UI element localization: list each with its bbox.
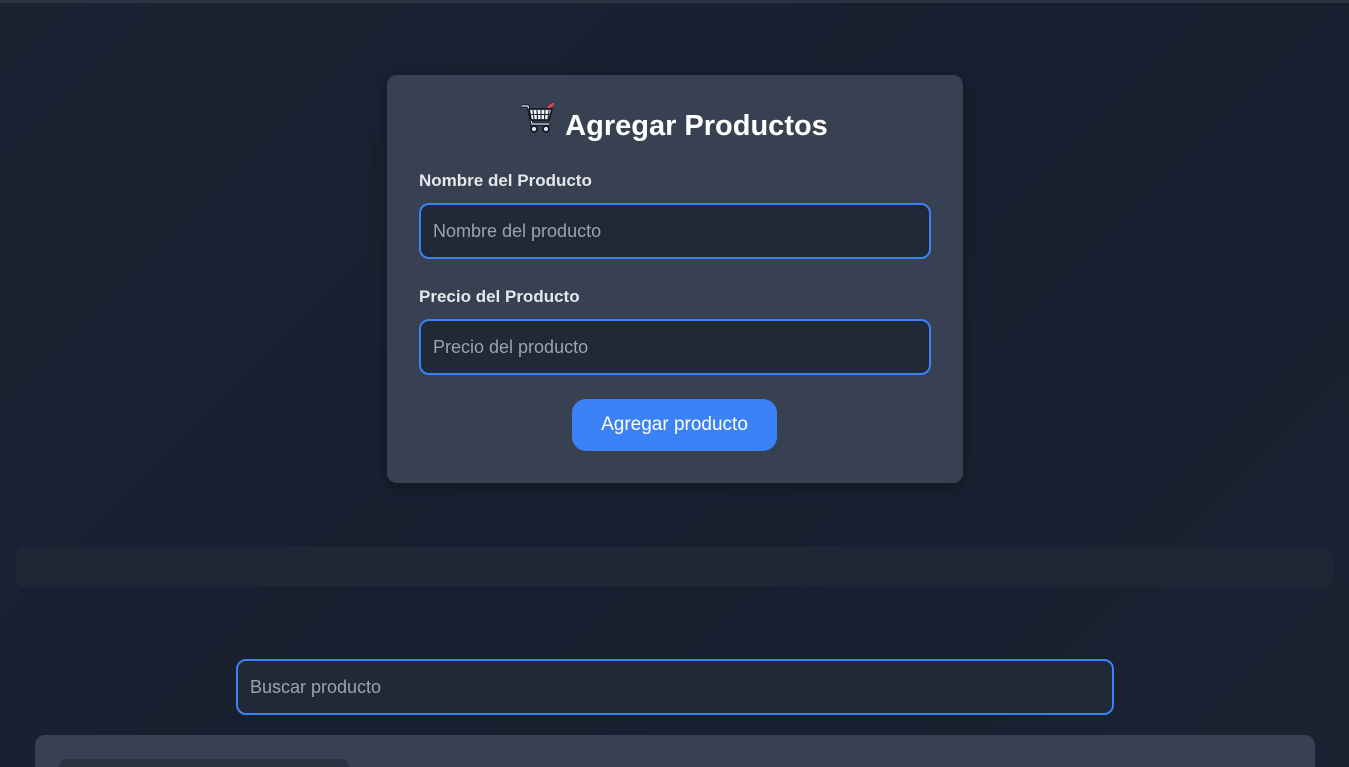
add-product-button[interactable]: Agregar producto [572,399,777,451]
shopping-cart-icon [520,102,555,146]
page-title: Agregar Productos [0,102,1349,149]
product-price-label: Precio del Producto [419,287,580,306]
top-edge-divider [0,0,1349,3]
page-title-text: Agregar Productos [565,110,828,143]
product-name-input[interactable] [419,203,931,259]
product-list-item [59,759,349,767]
search-input[interactable] [236,659,1114,715]
product-name-label: Nombre del Producto [419,171,592,190]
empty-message-bar [16,547,1333,587]
product-price-input[interactable] [419,319,931,375]
